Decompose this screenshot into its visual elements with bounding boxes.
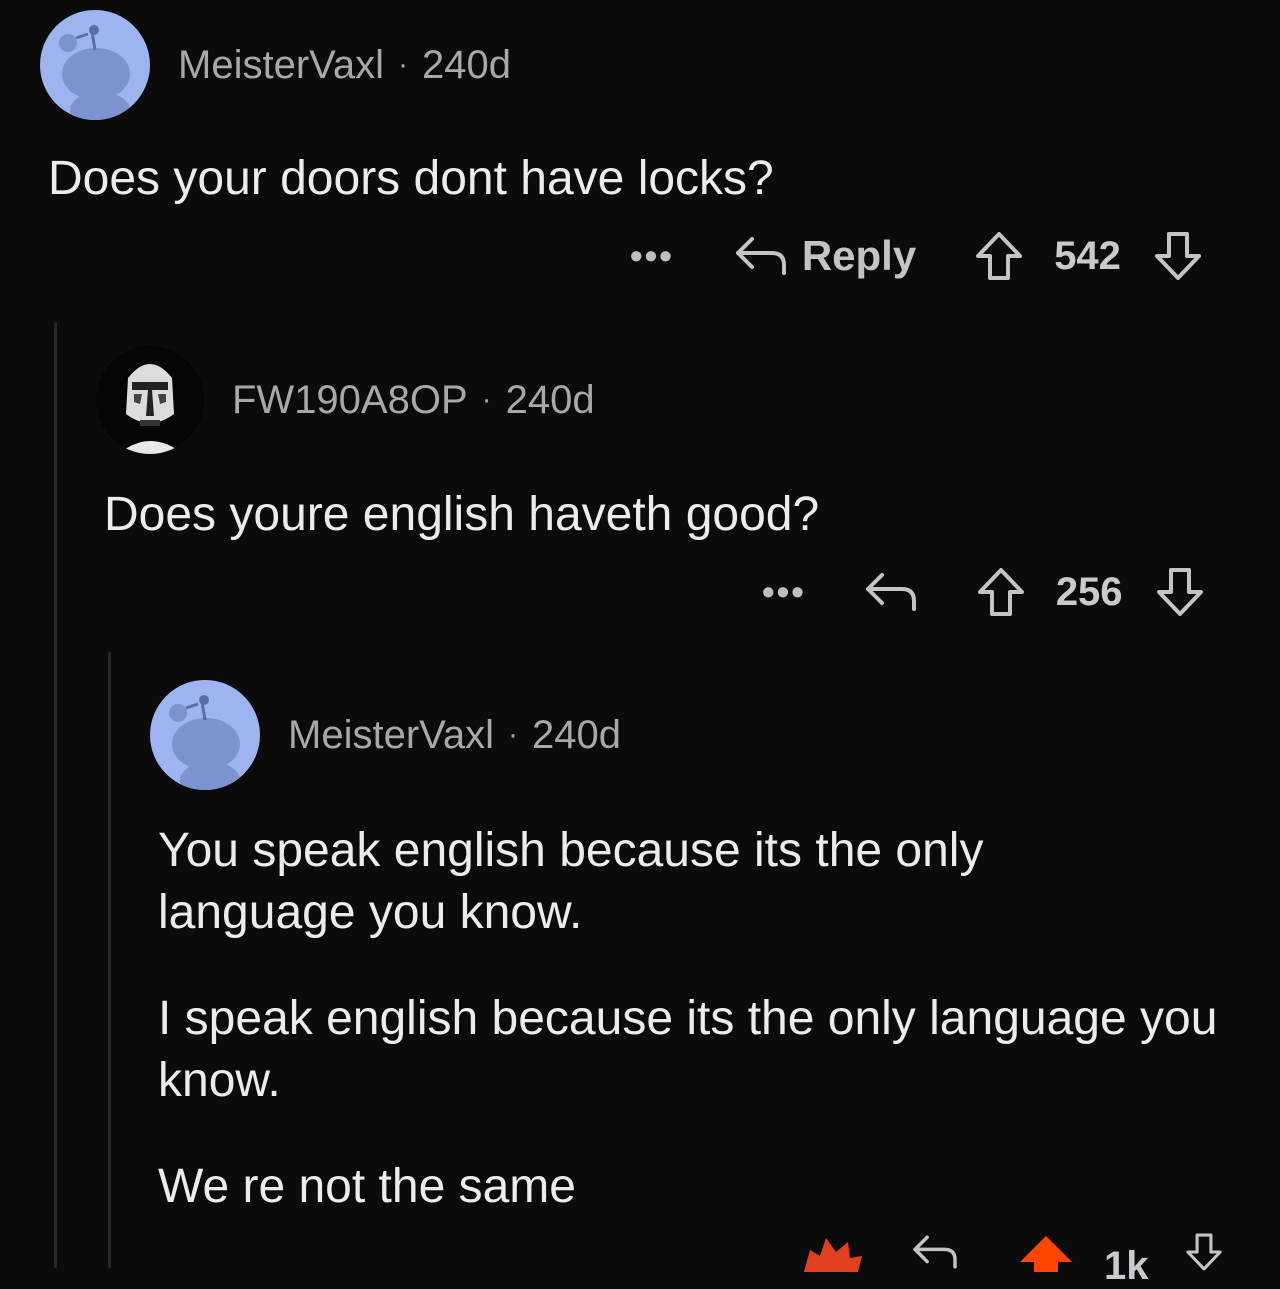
comment-body: You speak english because its the only l… <box>158 820 1228 1218</box>
comment-3: MeisterVaxl · 240d You speak english bec… <box>150 680 1230 1218</box>
vote-score: 256 <box>1055 569 1123 614</box>
more-options-button[interactable]: ••• <box>630 235 674 277</box>
upvote-icon[interactable] <box>1018 1232 1074 1272</box>
meta-separator: · <box>397 48 408 81</box>
reply-button[interactable]: Reply <box>734 232 916 280</box>
vote-score: 542 <box>1054 233 1121 278</box>
reply-arrow-icon[interactable] <box>864 569 918 615</box>
user-avatar[interactable] <box>40 10 150 120</box>
comment-paragraph: Does youre english haveth good? <box>104 488 820 541</box>
reddit-snoo-icon <box>169 695 240 790</box>
comment-header: MeisterVaxl · 240d <box>40 10 1240 120</box>
reply-arrow-icon[interactable] <box>908 1232 962 1272</box>
comment-actions: ••• 256 <box>762 562 1205 622</box>
downvote-icon[interactable] <box>1155 566 1205 618</box>
comment-paragraph: You speak english because its the only l… <box>158 824 984 939</box>
vote-score: 1k <box>1104 1243 1149 1288</box>
reply-arrow-icon <box>735 237 786 275</box>
reply-label: Reply <box>801 232 917 279</box>
comment-1: MeisterVaxl · 240d Does your doors dont … <box>40 10 1240 210</box>
comment-paragraph: Does your doors dont have locks? <box>48 152 774 205</box>
comment-actions: ••• Reply 542 <box>630 226 1203 286</box>
comment-actions: 1k <box>800 1232 1229 1288</box>
comment-paragraph: I speak english because its the only lan… <box>158 992 1218 1107</box>
downvote-icon[interactable] <box>1179 1232 1229 1272</box>
thread-line-level-2[interactable] <box>108 652 111 1268</box>
comment-age: 240d <box>421 42 511 87</box>
user-avatar[interactable] <box>150 680 260 790</box>
user-avatar[interactable] <box>96 346 204 454</box>
comment-body: Does your doors dont have locks? <box>48 148 1240 210</box>
username[interactable]: MeisterVaxl <box>178 43 384 88</box>
clone-trooper-icon <box>118 364 184 454</box>
upvote-icon[interactable] <box>974 230 1024 282</box>
reddit-snoo-icon <box>59 25 130 120</box>
comment-header: MeisterVaxl · 240d <box>150 680 1230 790</box>
more-options-button[interactable]: ••• <box>762 571 806 613</box>
downvote-icon[interactable] <box>1153 230 1203 282</box>
meta-separator: · <box>481 383 492 416</box>
username[interactable]: MeisterVaxl <box>288 713 494 758</box>
award-icon[interactable] <box>800 1232 866 1272</box>
username[interactable]: FW190A8OP <box>232 378 468 423</box>
upvote-icon[interactable] <box>976 566 1026 618</box>
thread-line-level-1[interactable] <box>54 322 57 1268</box>
comment-header: FW190A8OP · 240d <box>96 346 1236 454</box>
comment-paragraph: We re not the same <box>158 1160 576 1213</box>
comment-age: 240d <box>531 712 621 757</box>
meta-separator: · <box>507 718 518 751</box>
comment-body: Does youre english haveth good? <box>104 484 1236 546</box>
comment-2: FW190A8OP · 240d Does youre english have… <box>96 346 1236 546</box>
comment-age: 240d <box>505 377 595 422</box>
